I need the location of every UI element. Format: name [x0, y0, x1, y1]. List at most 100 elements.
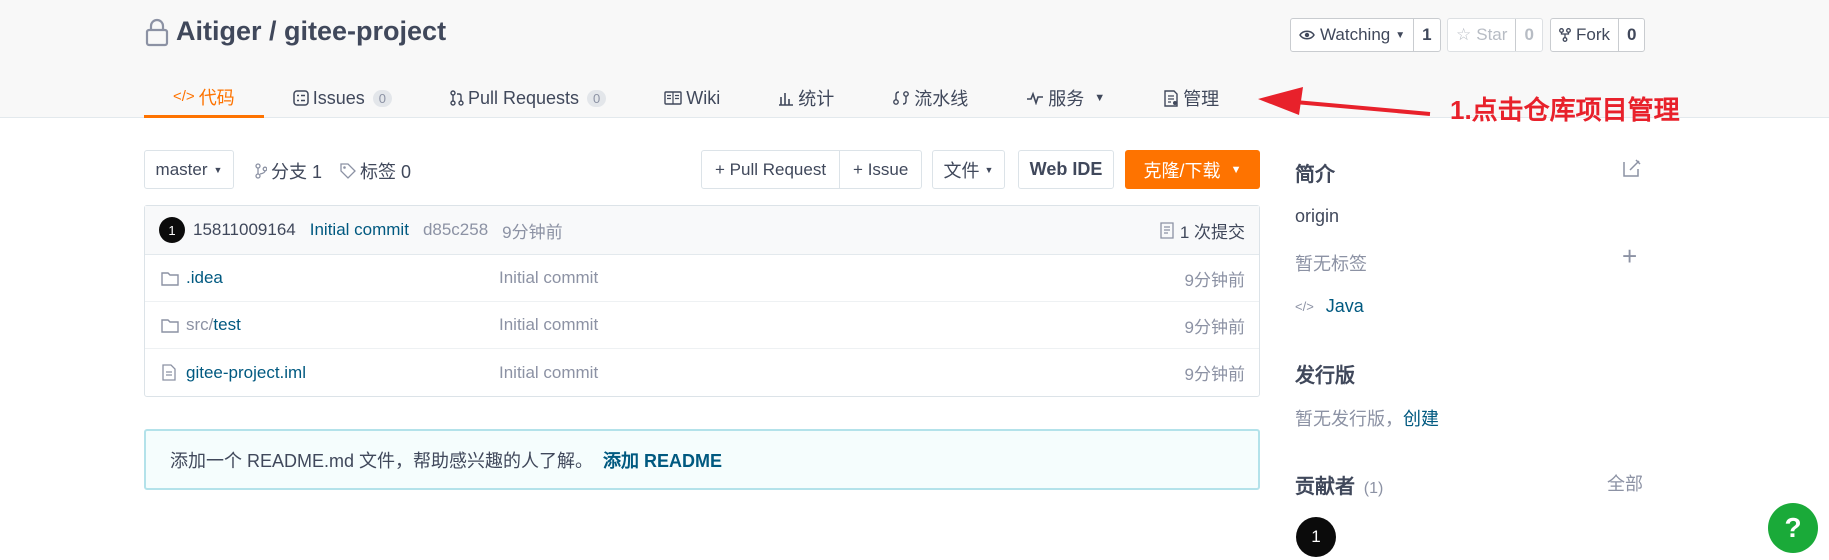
tab-pull-requests-label: Pull Requests [467, 87, 580, 108]
avatar[interactable]: 1 [159, 217, 185, 243]
path-prefix[interactable]: src/ [186, 315, 213, 334]
branches-label: 分支 1 [271, 162, 323, 182]
commit-count-link[interactable]: 1 次提交 [1160, 218, 1245, 243]
tab-service[interactable]: 服务 ▼ [997, 78, 1134, 118]
caret-down-icon: ▼ [1395, 29, 1406, 41]
branch-select[interactable]: master ▼ [144, 150, 234, 189]
tab-issues-label: Issues [312, 87, 365, 108]
tab-issues[interactable]: Issues 0 [264, 78, 421, 118]
annotation-text: 1.点击仓库项目管理 [1450, 95, 1680, 125]
file-commit-message[interactable]: Initial commit [499, 268, 598, 288]
wiki-icon [664, 91, 682, 105]
watch-label: Watching [1320, 25, 1391, 44]
tab-manage[interactable]: 管理 [1134, 78, 1248, 118]
watch-button-group[interactable]: Watching ▼ 1 [1290, 18, 1441, 52]
new-pull-request-button[interactable]: + Pull Request [702, 151, 841, 188]
file-row: gitee-project.iml Initial commit 9分钟前 [145, 349, 1259, 396]
star-icon: ☆ [1456, 25, 1472, 44]
intro-heading: 简介 [1295, 164, 1335, 186]
stats-icon [779, 93, 794, 106]
repo-tabs: </> 代码 Issues 0 Pull Requests 0 Wiki 统计 … [144, 78, 1248, 118]
clone-label: 克隆/下载 [1143, 160, 1221, 181]
commit-time: 9分钟前 [502, 222, 563, 242]
folder-icon [161, 271, 179, 286]
clone-download-button[interactable]: 克隆/下载 ▼ [1125, 150, 1260, 189]
release-heading: 发行版 [1295, 365, 1355, 387]
tab-pull-requests-count: 0 [587, 89, 607, 107]
star-label: Star [1476, 25, 1508, 44]
file-commit-message[interactable]: Initial commit [499, 315, 598, 335]
repo-description: origin [1295, 206, 1340, 226]
service-icon [1027, 91, 1044, 105]
no-release-text: 暂无发行版， [1295, 409, 1403, 429]
commit-message[interactable]: Initial commit [310, 220, 409, 240]
tab-wiki[interactable]: Wiki [635, 78, 749, 118]
repo-owner[interactable]: Aitiger [176, 16, 262, 47]
tab-pipeline-label: 流水线 [914, 89, 969, 109]
pipeline-icon [893, 91, 910, 105]
edit-icon[interactable] [1622, 158, 1642, 178]
tab-stats-label: 统计 [798, 89, 835, 109]
action-button-group: + Pull Request + Issue [701, 150, 923, 189]
caret-down-icon: ▼ [213, 164, 223, 175]
tags-link[interactable]: 标签 0 [340, 158, 411, 184]
contributor-avatar[interactable]: 1 [1296, 517, 1336, 557]
help-button[interactable]: ? [1768, 503, 1818, 553]
tab-stats[interactable]: 统计 [749, 78, 863, 118]
tab-pipeline[interactable]: 流水线 [863, 78, 997, 118]
tab-service-label: 服务 [1048, 89, 1085, 109]
folder-icon [161, 318, 179, 333]
code-icon: </> [1295, 299, 1314, 314]
web-ide-button[interactable]: Web IDE [1018, 150, 1114, 189]
file-row: src/test Initial commit 9分钟前 [145, 302, 1259, 349]
path-leaf[interactable]: test [213, 315, 240, 334]
add-tag-icon[interactable]: + [1622, 243, 1637, 269]
all-contributors-link[interactable]: 全部 [1607, 470, 1643, 496]
add-readme-link[interactable]: 添加 README [603, 447, 722, 473]
fork-icon [1559, 28, 1571, 42]
repo-title: Aitiger / gitee-project [144, 16, 446, 47]
file-commit-message[interactable]: Initial commit [499, 363, 598, 383]
fork-button[interactable]: Fork [1551, 19, 1619, 51]
file-name[interactable]: gitee-project.iml [186, 363, 306, 383]
caret-down-icon: ▼ [984, 164, 994, 175]
star-button-group[interactable]: ☆ Star 0 [1447, 18, 1543, 52]
tag-icon [340, 163, 356, 179]
tab-issues-count: 0 [372, 89, 392, 107]
file-time: 9分钟前 [1184, 317, 1245, 337]
watch-count[interactable]: 1 [1414, 19, 1439, 51]
caret-down-icon: ▼ [1094, 92, 1106, 104]
new-issue-button[interactable]: + Issue [840, 151, 921, 188]
file-table: 1 15811009164 Initial commit d85c258 9分钟… [144, 205, 1260, 397]
branches-link[interactable]: 分支 1 [255, 158, 322, 184]
create-release-link[interactable]: 创建 [1403, 409, 1439, 429]
fork-count[interactable]: 0 [1619, 19, 1644, 51]
commit-count: 1 次提交 [1179, 222, 1245, 242]
readme-banner: 添加一个 README.md 文件，帮助感兴趣的人了解。 添加 README [144, 429, 1260, 490]
lock-icon [145, 18, 169, 46]
file-name[interactable]: .idea [186, 268, 223, 288]
watch-button[interactable]: Watching ▼ [1291, 19, 1415, 51]
tab-manage-label: 管理 [1183, 89, 1220, 109]
language-link[interactable]: Java [1326, 296, 1364, 317]
commit-author[interactable]: 15811009164 [193, 220, 296, 240]
language-row: </> Java [1295, 296, 1364, 317]
star-count[interactable]: 0 [1516, 19, 1541, 51]
readme-text: 添加一个 README.md 文件，帮助感兴趣的人了解。 [170, 450, 594, 471]
commit-hash[interactable]: d85c258 [423, 220, 488, 240]
file-dropdown-button[interactable]: 文件 ▼ [932, 150, 1005, 189]
eye-icon [1299, 30, 1315, 40]
tags-label: 标签 0 [360, 162, 412, 182]
latest-commit-row: 1 15811009164 Initial commit d85c258 9分钟… [145, 206, 1259, 255]
contributors-title: 贡献者 [1295, 476, 1355, 498]
tab-code[interactable]: </> 代码 [144, 78, 264, 118]
fork-button-group[interactable]: Fork 0 [1550, 18, 1646, 52]
file-name[interactable]: src/test [186, 315, 241, 335]
star-button[interactable]: ☆ Star [1448, 19, 1517, 51]
code-icon: </> [173, 88, 195, 105]
branch-name: master [155, 159, 208, 179]
issues-icon [292, 90, 309, 106]
repo-name[interactable]: gitee-project [284, 16, 446, 47]
tab-pull-requests[interactable]: Pull Requests 0 [421, 78, 635, 118]
file-time: 9分钟前 [1184, 270, 1245, 290]
